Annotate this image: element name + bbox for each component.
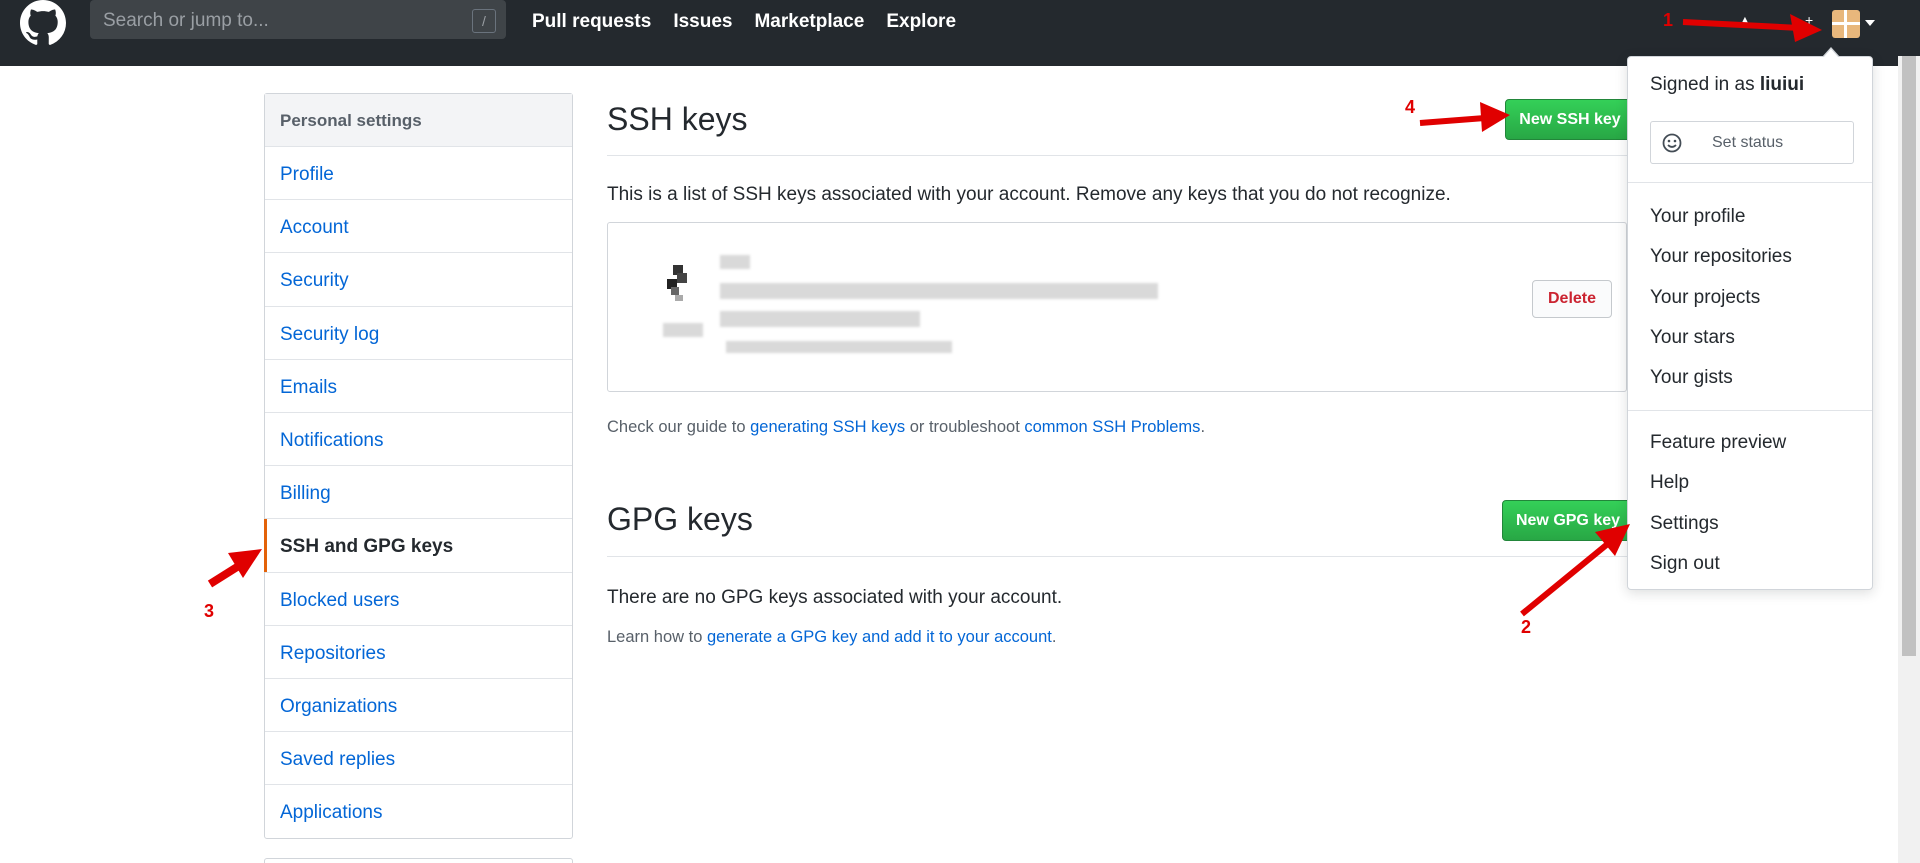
redacted-key-badge bbox=[663, 323, 703, 337]
sidebar-heading: Personal settings bbox=[265, 94, 572, 147]
create-new-plus-icon[interactable]: + bbox=[1805, 12, 1813, 28]
sidebar-secondary-box bbox=[264, 858, 573, 863]
search-shortcut-hint: / bbox=[472, 9, 496, 33]
ssh-description-part: of SSH keys associated with your account… bbox=[706, 184, 1451, 205]
notifications-bell-icon[interactable]: ▲ bbox=[1738, 12, 1752, 28]
sidebar-item-profile[interactable]: Profile bbox=[265, 147, 572, 201]
set-status-label: Set status bbox=[1712, 134, 1784, 151]
menu-sign-out[interactable]: Sign out bbox=[1650, 553, 1720, 575]
redacted-key-added bbox=[720, 311, 920, 327]
redacted-key-fingerprint bbox=[720, 283, 1158, 299]
delete-key-button[interactable]: Delete bbox=[1532, 280, 1612, 318]
gpg-keys-title: GPG keys bbox=[607, 501, 753, 537]
username: liuiui bbox=[1759, 74, 1805, 95]
redacted-key-title bbox=[720, 255, 750, 269]
ssh-guide-part: or troubleshoot bbox=[905, 418, 1025, 436]
divider bbox=[607, 556, 1627, 557]
user-dropdown-menu: Signed in as liuiui Set status Your prof… bbox=[1627, 47, 1873, 590]
gpg-none-text: There are no GPG keys associated with yo… bbox=[607, 587, 1063, 608]
nav-pull-requests[interactable]: Pull requests bbox=[532, 11, 651, 33]
menu-your-stars[interactable]: Your stars bbox=[1650, 327, 1735, 349]
ssh-description-part: This is a list bbox=[607, 184, 707, 205]
sidebar-item-ssh-gpg-keys[interactable]: SSH and GPG keys bbox=[264, 519, 572, 573]
nav-issues[interactable]: Issues bbox=[673, 11, 732, 33]
sidebar-item-security[interactable]: Security bbox=[265, 253, 572, 307]
menu-your-profile[interactable]: Your profile bbox=[1650, 206, 1745, 228]
annotation-label-1: 1 bbox=[1663, 10, 1674, 30]
menu-settings[interactable]: Settings bbox=[1650, 513, 1719, 535]
smiley-icon bbox=[1662, 133, 1682, 153]
chevron-down-icon[interactable] bbox=[1865, 20, 1875, 26]
gpg-learn-part: . bbox=[1051, 628, 1057, 646]
menu-your-projects[interactable]: Your projects bbox=[1650, 287, 1760, 309]
arrow-3-head bbox=[228, 549, 262, 578]
nav-explore[interactable]: Explore bbox=[886, 11, 956, 33]
sidebar-item-saved-replies[interactable]: Saved replies bbox=[265, 732, 572, 786]
ssh-guide-part: Check bbox=[607, 418, 654, 436]
menu-your-gists[interactable]: Your gists bbox=[1650, 367, 1733, 389]
dropdown-divider bbox=[1628, 182, 1872, 183]
menu-feature-preview[interactable]: Feature preview bbox=[1650, 432, 1786, 454]
search-placeholder: Search or jump to... bbox=[103, 10, 269, 31]
ssh-description: This is a list of SSH keys associated wi… bbox=[607, 184, 1451, 206]
github-settings-page: Search or jump to... / Pull requests Iss… bbox=[0, 0, 1920, 863]
ssh-key-list-item: Delete bbox=[607, 222, 1627, 392]
annotation-label-3: 3 bbox=[204, 601, 215, 621]
new-gpg-key-button[interactable]: New GPG key bbox=[1502, 500, 1634, 541]
top-nav: Pull requests Issues Marketplace Explore bbox=[532, 11, 956, 33]
menu-help[interactable]: Help bbox=[1650, 472, 1689, 494]
common-ssh-problems-link[interactable]: common SSH Problems bbox=[1024, 418, 1200, 436]
signed-in-as: Signed in as liuiui bbox=[1650, 74, 1804, 96]
settings-sidebar: Personal settings Profile Account Securi… bbox=[264, 93, 573, 840]
key-icon bbox=[667, 265, 687, 301]
gpg-learn-part: Learn how to bbox=[607, 628, 707, 646]
set-status-button[interactable]: Set status bbox=[1650, 121, 1854, 164]
annotation-label-2: 2 bbox=[1521, 617, 1532, 637]
gpg-learn-text: Learn how to generate a GPG key and add … bbox=[607, 628, 1056, 647]
sidebar-item-applications[interactable]: Applications bbox=[265, 785, 572, 838]
arrow-2-shaft bbox=[1520, 539, 1612, 617]
ssh-guide-text: Check our guide to generating SSH keys o… bbox=[607, 418, 1205, 437]
signed-in-label: Signed in as bbox=[1650, 74, 1755, 95]
generating-ssh-keys-link[interactable]: generating SSH keys bbox=[750, 418, 905, 436]
ssh-guide-part: . bbox=[1200, 418, 1206, 436]
nav-marketplace[interactable]: Marketplace bbox=[754, 11, 864, 33]
arrow-3-shaft bbox=[207, 558, 248, 588]
dropdown-divider bbox=[1628, 410, 1872, 411]
sidebar-item-billing[interactable]: Billing bbox=[265, 466, 572, 520]
ssh-keys-title: SSH keys bbox=[607, 101, 748, 137]
redacted-key-last-used bbox=[726, 341, 952, 353]
new-ssh-key-button[interactable]: New SSH key bbox=[1505, 99, 1635, 140]
arrow-4-shaft bbox=[1419, 115, 1486, 126]
sidebar-item-security-log[interactable]: Security log bbox=[265, 307, 572, 360]
sidebar-item-notifications[interactable]: Notifications bbox=[265, 413, 572, 467]
sidebar-item-repositories[interactable]: Repositories bbox=[265, 626, 572, 679]
sidebar-item-organizations[interactable]: Organizations bbox=[265, 679, 572, 733]
sidebar-item-blocked-users[interactable]: Blocked users bbox=[265, 573, 572, 626]
menu-your-repositories[interactable]: Your repositories bbox=[1650, 246, 1792, 268]
sidebar-item-account[interactable]: Account bbox=[265, 200, 572, 254]
ssh-guide-part: our guide to bbox=[653, 418, 751, 436]
avatar[interactable] bbox=[1832, 10, 1860, 38]
annotation-label-4: 4 bbox=[1405, 97, 1416, 117]
search-input[interactable]: Search or jump to... / bbox=[90, 0, 506, 39]
scrollbar-thumb[interactable] bbox=[1902, 56, 1916, 656]
divider bbox=[607, 155, 1627, 156]
generate-gpg-key-link[interactable]: generate a GPG key and add it to your ac… bbox=[707, 628, 1052, 646]
github-logo-icon[interactable] bbox=[20, 0, 66, 46]
sidebar-item-emails[interactable]: Emails bbox=[265, 360, 572, 413]
